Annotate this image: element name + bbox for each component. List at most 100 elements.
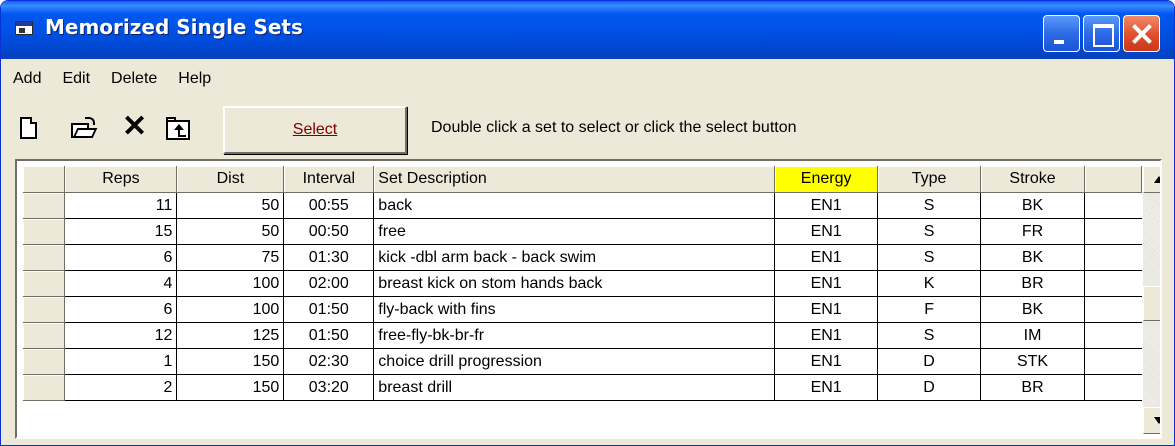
table-row[interactable]: 1 150 02:30 choice drill progression EN1 D STK <box>23 348 1142 375</box>
cell-interval[interactable]: 02:00 <box>283 270 375 297</box>
row-selector[interactable] <box>23 374 66 401</box>
col-header-dist[interactable]: Dist <box>176 166 285 193</box>
menu-edit[interactable]: Edit <box>50 59 99 99</box>
cell-energy[interactable]: EN1 <box>774 348 879 375</box>
menu-delete[interactable]: Delete <box>99 59 166 99</box>
table-row[interactable]: 6 100 01:50 fly-back with fins EN1 F BK <box>23 296 1142 323</box>
cell-type[interactable]: S <box>877 218 982 245</box>
open-icon[interactable] <box>71 117 98 141</box>
cell-description[interactable]: breast drill <box>373 374 776 401</box>
menu-help[interactable]: Help <box>166 59 220 99</box>
cell-energy[interactable]: EN1 <box>774 374 879 401</box>
cell-stroke[interactable]: BR <box>980 270 1085 297</box>
cell-dist[interactable]: 100 <box>176 296 285 323</box>
table-row[interactable]: 11 50 00:55 back EN1 S BK <box>23 192 1142 219</box>
cell-interval[interactable]: 03:20 <box>283 374 375 401</box>
cell-type[interactable]: K <box>877 270 982 297</box>
row-selector[interactable] <box>23 218 66 245</box>
table-row[interactable]: 2 150 03:20 breast drill EN1 D BR <box>23 374 1142 401</box>
cell-type[interactable]: S <box>877 322 982 349</box>
cell-description[interactable]: breast kick on stom hands back <box>373 270 776 297</box>
cell-reps[interactable]: 6 <box>64 244 178 271</box>
cell-reps[interactable]: 12 <box>64 322 178 349</box>
menu-add[interactable]: Add <box>1 59 50 99</box>
cell-description[interactable]: kick -dbl arm back - back swim <box>373 244 776 271</box>
col-header-interval[interactable]: Interval <box>283 166 375 193</box>
cell-energy[interactable]: EN1 <box>774 244 879 271</box>
cell-interval[interactable]: 01:50 <box>283 322 375 349</box>
cell-dist[interactable]: 50 <box>176 218 285 245</box>
cell-interval[interactable]: 02:30 <box>283 348 375 375</box>
col-header-type[interactable]: Type <box>877 166 982 193</box>
new-icon[interactable] <box>17 117 41 141</box>
cell-stroke[interactable]: BK <box>980 296 1085 323</box>
cell-dist[interactable]: 100 <box>176 270 285 297</box>
cell-reps[interactable]: 6 <box>64 296 178 323</box>
delete-icon[interactable]: ✕ <box>122 112 147 142</box>
table-row[interactable]: 12 125 01:50 free-fly-bk-br-fr EN1 S IM <box>23 322 1142 349</box>
row-selector[interactable] <box>23 348 66 375</box>
corner-cell[interactable] <box>23 166 66 193</box>
cell-stroke[interactable]: BR <box>980 374 1085 401</box>
hint-text: Double click a set to select or click th… <box>431 119 797 136</box>
table-row[interactable]: 6 75 01:30 kick -dbl arm back - back swim EN… <box>23 244 1142 271</box>
cell-type[interactable]: S <box>877 192 982 219</box>
cell-description[interactable]: back <box>373 192 776 219</box>
cell-reps[interactable]: 15 <box>64 218 178 245</box>
scroll-thumb[interactable] <box>1143 286 1160 321</box>
row-selector[interactable] <box>23 244 66 271</box>
minimize-button[interactable] <box>1043 15 1080 52</box>
title-bar[interactable]: Memorized Single Sets <box>1 1 1174 59</box>
cell-energy[interactable]: EN1 <box>774 218 879 245</box>
cell-description[interactable]: choice drill progression <box>373 348 776 375</box>
cell-stroke[interactable]: STK <box>980 348 1085 375</box>
row-selector[interactable] <box>23 322 66 349</box>
col-header-energy[interactable]: Energy <box>774 166 879 193</box>
cell-type[interactable]: F <box>877 296 982 323</box>
close-button[interactable] <box>1123 15 1160 52</box>
sets-grid[interactable]: Reps Dist Interval Set Description Energ… <box>15 159 1162 439</box>
col-header-stroke[interactable]: Stroke <box>980 166 1085 193</box>
row-selector[interactable] <box>23 270 66 297</box>
maximize-button[interactable] <box>1083 15 1120 52</box>
cell-stroke[interactable]: BK <box>980 244 1085 271</box>
cell-dist[interactable]: 75 <box>176 244 285 271</box>
cell-description[interactable]: free <box>373 218 776 245</box>
cell-type[interactable]: D <box>877 374 982 401</box>
cell-interval[interactable]: 00:55 <box>283 192 375 219</box>
cell-dist[interactable]: 50 <box>176 192 285 219</box>
cell-energy[interactable]: EN1 <box>774 192 879 219</box>
cell-reps[interactable]: 4 <box>64 270 178 297</box>
col-header-description[interactable]: Set Description <box>373 166 776 193</box>
cell-stroke[interactable]: IM <box>980 322 1085 349</box>
scroll-up-button[interactable] <box>1143 166 1160 193</box>
cell-reps[interactable]: 2 <box>64 374 178 401</box>
cell-stroke[interactable]: BK <box>980 192 1085 219</box>
cell-interval[interactable]: 01:30 <box>283 244 375 271</box>
select-button[interactable]: Select <box>223 106 407 154</box>
cell-energy[interactable]: EN1 <box>774 296 879 323</box>
table-row[interactable]: 4 100 02:00 breast kick on stom hands back E… <box>23 270 1142 297</box>
row-selector[interactable] <box>23 192 66 219</box>
cell-dist[interactable]: 150 <box>176 374 285 401</box>
cell-type[interactable]: D <box>877 348 982 375</box>
app-icon[interactable] <box>15 21 33 35</box>
cell-energy[interactable]: EN1 <box>774 322 879 349</box>
cell-reps[interactable]: 1 <box>64 348 178 375</box>
up-folder-icon[interactable] <box>166 117 190 141</box>
cell-type[interactable]: S <box>877 244 982 271</box>
cell-interval[interactable]: 00:50 <box>283 218 375 245</box>
vertical-scrollbar[interactable] <box>1143 166 1160 434</box>
col-header-reps[interactable]: Reps <box>64 166 178 193</box>
cell-dist[interactable]: 125 <box>176 322 285 349</box>
cell-description[interactable]: free-fly-bk-br-fr <box>373 322 776 349</box>
table-row[interactable]: 15 50 00:50 free EN1 S FR <box>23 218 1142 245</box>
scroll-down-button[interactable] <box>1143 407 1160 434</box>
cell-interval[interactable]: 01:50 <box>283 296 375 323</box>
cell-dist[interactable]: 150 <box>176 348 285 375</box>
cell-description[interactable]: fly-back with fins <box>373 296 776 323</box>
cell-reps[interactable]: 11 <box>64 192 178 219</box>
cell-stroke[interactable]: FR <box>980 218 1085 245</box>
row-selector[interactable] <box>23 296 66 323</box>
cell-energy[interactable]: EN1 <box>774 270 879 297</box>
